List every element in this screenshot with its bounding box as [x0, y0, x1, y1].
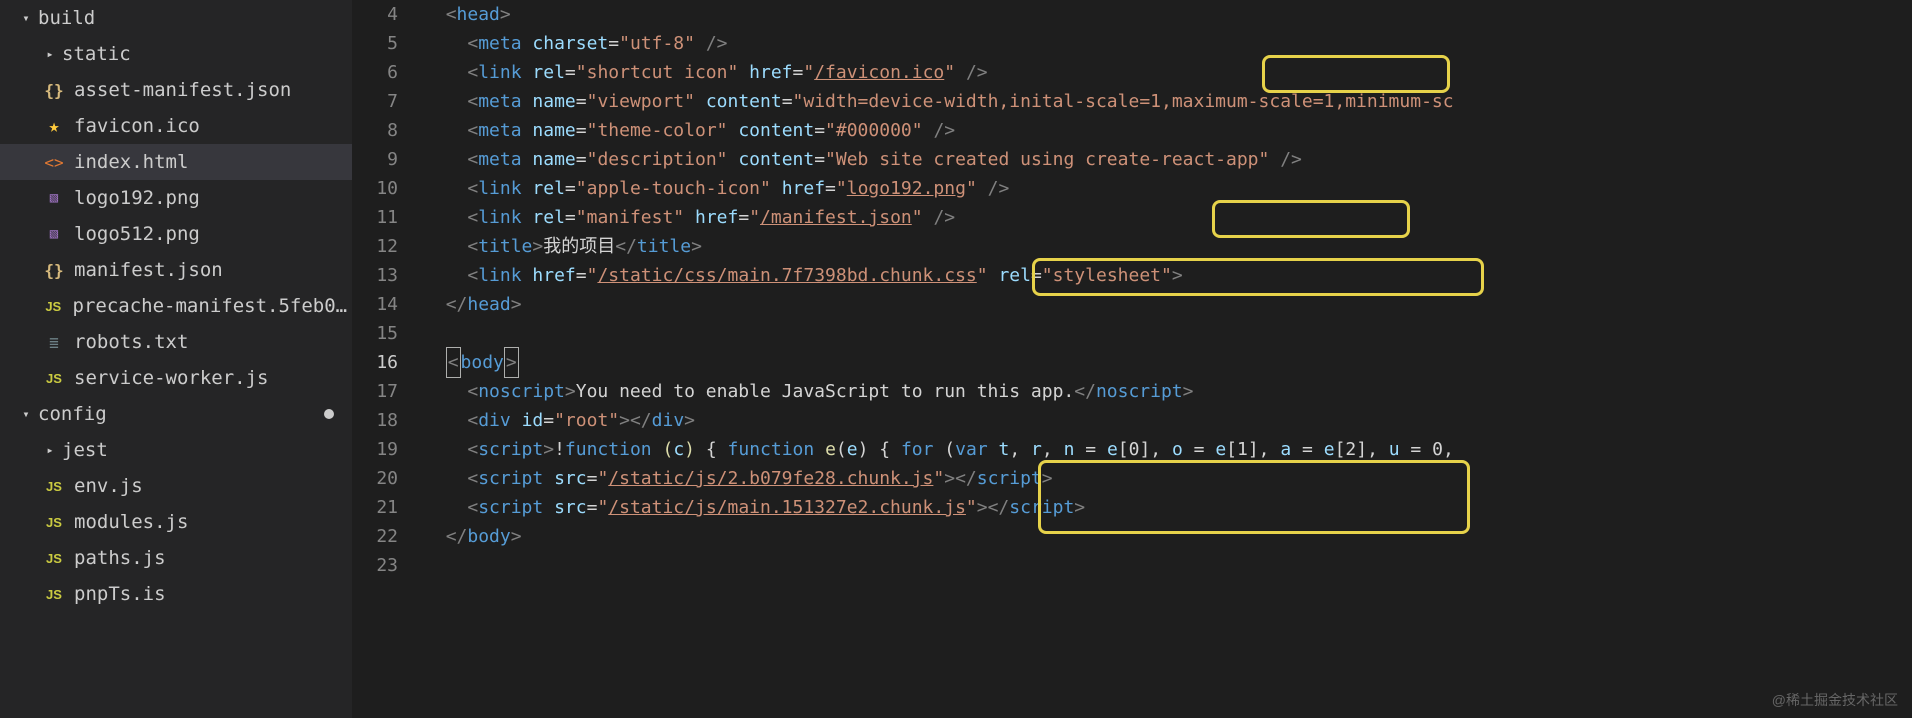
chevron-right-icon: ▸	[42, 443, 58, 457]
js-icon: JS	[42, 551, 66, 566]
file-env.js[interactable]: JS env.js	[0, 468, 352, 504]
img-icon: ▧	[42, 226, 66, 242]
watermark: @稀土掘金技术社区	[1772, 690, 1898, 710]
js-icon: JS	[42, 479, 66, 494]
code-line[interactable]	[424, 319, 1912, 348]
line-number: 5	[352, 29, 398, 58]
folder-build[interactable]: ▾ build	[0, 0, 352, 36]
tree-item-label: config	[38, 403, 107, 425]
file-favicon.ico[interactable]: ★ favicon.ico	[0, 108, 352, 144]
line-number: 13	[352, 261, 398, 290]
code-line[interactable]: <link rel="manifest" href="/manifest.jso…	[424, 203, 1912, 232]
code-line[interactable]: <meta name="viewport" content="width=dev…	[424, 87, 1912, 116]
tree-item-label: pnpTs.is	[74, 583, 166, 605]
code-line[interactable]: <link rel="apple-touch-icon" href="logo1…	[424, 174, 1912, 203]
line-number: 12	[352, 232, 398, 261]
js-icon: JS	[42, 587, 66, 602]
code-line[interactable]: <meta name="theme-color" content="#00000…	[424, 116, 1912, 145]
file-precache-manifest.5feb0...[interactable]: JS precache-manifest.5feb0...	[0, 288, 352, 324]
tree-item-label: env.js	[74, 475, 143, 497]
code-editor[interactable]: 4567891011121314151617181920212223 <head…	[352, 0, 1912, 718]
file-manifest.json[interactable]: {} manifest.json	[0, 252, 352, 288]
line-number: 9	[352, 145, 398, 174]
chevron-down-icon: ▾	[18, 11, 34, 25]
file-logo512.png[interactable]: ▧ logo512.png	[0, 216, 352, 252]
code-line[interactable]: <title>我的项目</title>	[424, 232, 1912, 261]
code-line[interactable]: </head>	[424, 290, 1912, 319]
file-logo192.png[interactable]: ▧ logo192.png	[0, 180, 352, 216]
tree-item-label: manifest.json	[74, 259, 223, 281]
code-line[interactable]: <noscript>You need to enable JavaScript …	[424, 377, 1912, 406]
line-number: 23	[352, 551, 398, 580]
folder-config[interactable]: ▾ config	[0, 396, 352, 432]
line-number: 20	[352, 464, 398, 493]
code-line[interactable]: <link rel="shortcut icon" href="/favicon…	[424, 58, 1912, 87]
tree-item-label: asset-manifest.json	[74, 79, 291, 101]
line-number: 10	[352, 174, 398, 203]
chevron-down-icon: ▾	[18, 407, 34, 421]
braces-icon: {}	[42, 81, 66, 100]
code-area[interactable]: <head> <meta charset="utf-8" /> <link re…	[424, 0, 1912, 718]
tree-item-label: robots.txt	[74, 331, 188, 353]
tree-item-label: modules.js	[74, 511, 188, 533]
line-number: 19	[352, 435, 398, 464]
line-number: 17	[352, 377, 398, 406]
code-line[interactable]: <link href="/static/css/main.7f7398bd.ch…	[424, 261, 1912, 290]
line-number: 15	[352, 319, 398, 348]
tree-item-label: favicon.ico	[74, 115, 200, 137]
tree-item-label: paths.js	[74, 547, 166, 569]
line-number: 11	[352, 203, 398, 232]
js-icon: JS	[42, 299, 65, 314]
code-line[interactable]: <meta name="description" content="Web si…	[424, 145, 1912, 174]
code-line[interactable]: <script>!function (c) { function e(e) { …	[424, 435, 1912, 464]
line-number: 18	[352, 406, 398, 435]
code-line[interactable]: <script src="/static/js/2.b079fe28.chunk…	[424, 464, 1912, 493]
tag-icon: <>	[42, 153, 66, 172]
code-line[interactable]: <head>	[424, 0, 1912, 29]
line-number: 4	[352, 0, 398, 29]
file-index.html[interactable]: <> index.html	[0, 144, 352, 180]
img-icon: ▧	[42, 190, 66, 206]
tree-item-label: jest	[62, 439, 108, 461]
modified-indicator-icon	[324, 409, 334, 419]
js-icon: JS	[42, 515, 66, 530]
file-asset-manifest.json[interactable]: {} asset-manifest.json	[0, 72, 352, 108]
code-line[interactable]: <div id="root"></div>	[424, 406, 1912, 435]
tree-item-label: build	[38, 7, 95, 29]
file-pnpTs.is[interactable]: JS pnpTs.is	[0, 576, 352, 612]
file-paths.js[interactable]: JS paths.js	[0, 540, 352, 576]
star-icon: ★	[42, 116, 66, 137]
js-icon: JS	[42, 371, 66, 386]
tree-item-label: logo512.png	[74, 223, 200, 245]
file-service-worker.js[interactable]: JS service-worker.js	[0, 360, 352, 396]
tree-item-label: index.html	[74, 151, 188, 173]
tree-item-label: logo192.png	[74, 187, 200, 209]
line-number: 8	[352, 116, 398, 145]
tree-item-label: service-worker.js	[74, 367, 268, 389]
line-number: 6	[352, 58, 398, 87]
code-line[interactable]: <meta charset="utf-8" />	[424, 29, 1912, 58]
tree-item-label: static	[62, 43, 131, 65]
line-number: 22	[352, 522, 398, 551]
code-line[interactable]: <body>	[424, 348, 1912, 377]
tree-item-label: precache-manifest.5feb0...	[73, 295, 352, 317]
line-number: 21	[352, 493, 398, 522]
line-number: 16	[352, 348, 398, 377]
code-line[interactable]	[424, 551, 1912, 580]
braces-icon: {}	[42, 261, 66, 280]
folder-static[interactable]: ▸ static	[0, 36, 352, 72]
folder-jest[interactable]: ▸ jest	[0, 432, 352, 468]
line-gutter: 4567891011121314151617181920212223	[352, 0, 424, 718]
chevron-right-icon: ▸	[42, 47, 58, 61]
code-line[interactable]: <script src="/static/js/main.151327e2.ch…	[424, 493, 1912, 522]
line-number: 14	[352, 290, 398, 319]
file-modules.js[interactable]: JS modules.js	[0, 504, 352, 540]
line-number: 7	[352, 87, 398, 116]
file-robots.txt[interactable]: ≣ robots.txt	[0, 324, 352, 360]
code-line[interactable]: </body>	[424, 522, 1912, 551]
lines-icon: ≣	[42, 333, 66, 352]
file-explorer[interactable]: ▾ build ▸ static {} asset-manifest.json ★ favic…	[0, 0, 352, 718]
